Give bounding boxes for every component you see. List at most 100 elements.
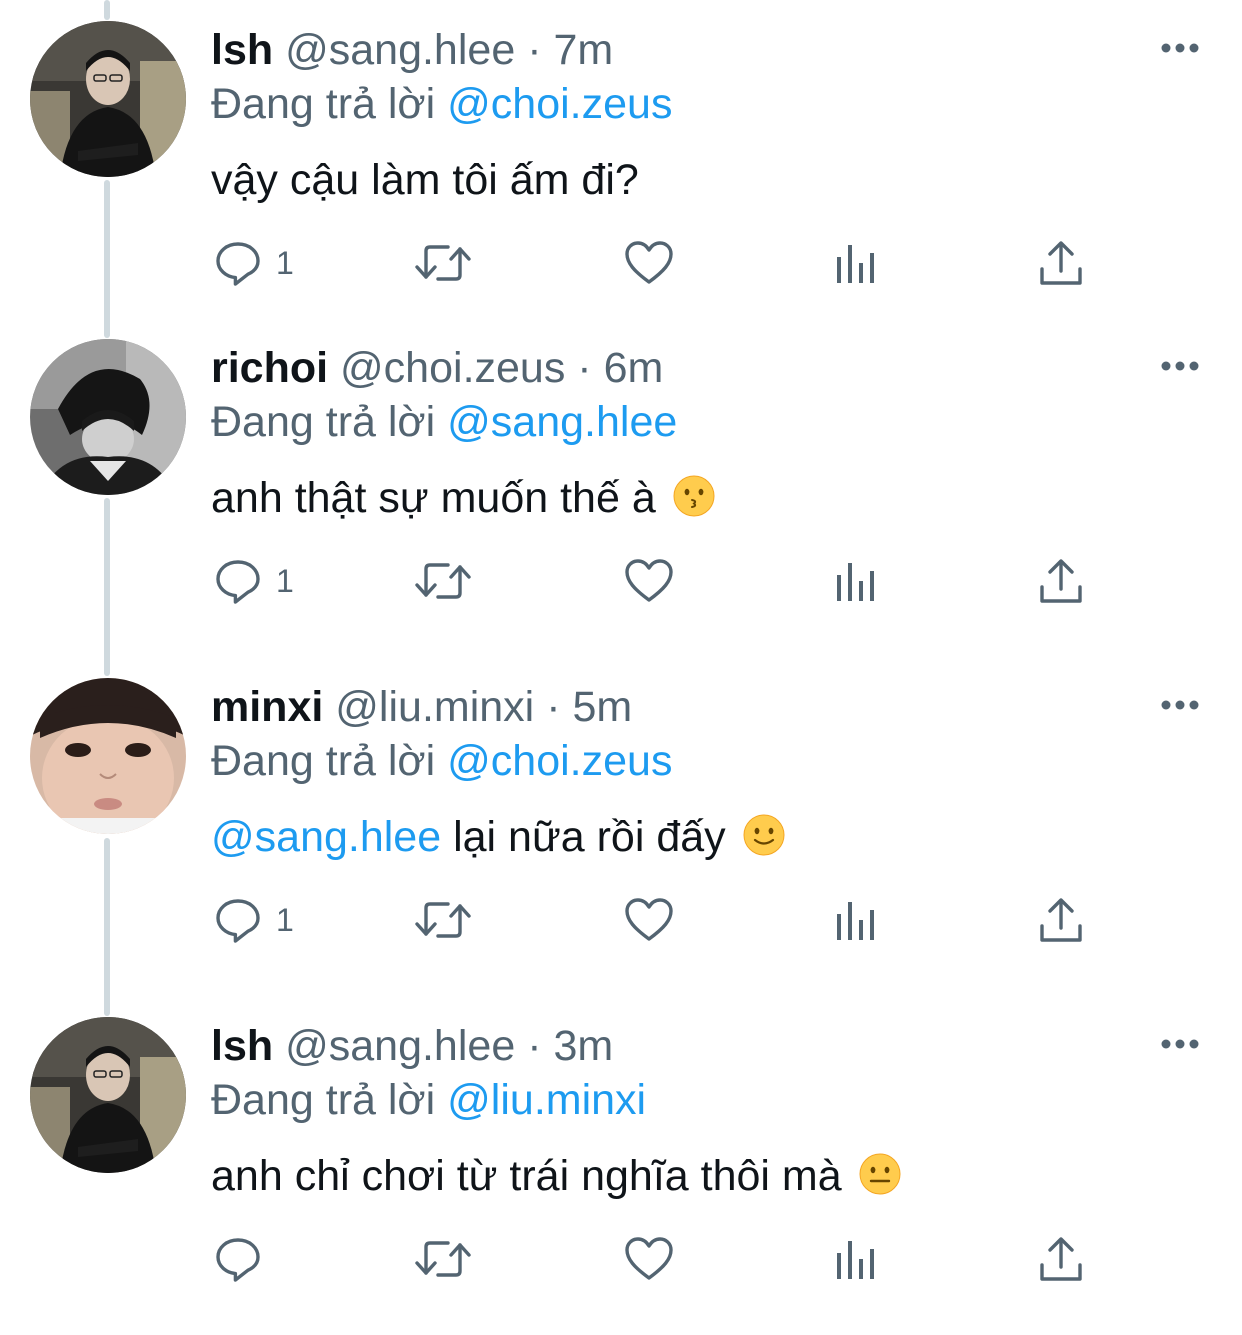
tweet-text: anh thật sự muốn thế à	[211, 472, 716, 524]
heart-icon	[625, 241, 673, 284]
reply-button[interactable]: 1	[214, 875, 294, 965]
replying-to-label: Đang trả lời	[211, 1076, 436, 1124]
timestamp[interactable]: 3m	[553, 1022, 613, 1070]
retweet-icon	[415, 1241, 471, 1277]
more-options-icon	[1161, 43, 1199, 53]
replying-to-mention[interactable]: @choi.zeus	[447, 80, 672, 128]
avatar-photo-lsh	[30, 21, 186, 177]
user-handle[interactable]: @sang.hlee	[285, 26, 515, 74]
tweet-header: lsh @sang.hlee · 7m	[211, 24, 613, 76]
replying-to-mention[interactable]: @liu.minxi	[447, 1076, 646, 1124]
replying-to-label: Đang trả lời	[211, 737, 436, 785]
reply-bubble-icon	[216, 899, 260, 943]
analytics-button[interactable]	[834, 536, 878, 626]
timestamp[interactable]: 7m	[553, 26, 613, 74]
like-button[interactable]	[624, 218, 674, 308]
reply-button[interactable]	[214, 1214, 276, 1304]
display-name[interactable]: richoi	[211, 344, 328, 392]
more-options-button[interactable]	[1156, 350, 1204, 382]
user-handle[interactable]: @liu.minxi	[335, 683, 534, 731]
reply-count: 1	[276, 244, 294, 281]
heart-icon	[625, 559, 673, 602]
analytics-bars-icon	[837, 563, 874, 601]
share-button[interactable]	[1038, 875, 1084, 965]
tweet-actions: 1	[0, 218, 1242, 308]
avatar-photo-lsh	[30, 1017, 186, 1173]
retweet-button[interactable]	[414, 536, 472, 626]
display-name[interactable]: minxi	[211, 683, 323, 731]
replying-to-line: Đang trả lời @choi.zeus	[211, 78, 672, 130]
tweet-actions	[0, 1214, 1242, 1304]
tweet-text: @sang.hlee lại nữa rồi đấy	[211, 811, 786, 863]
slightly-smiling-face-emoji	[743, 814, 785, 856]
replying-to-mention[interactable]: @choi.zeus	[447, 737, 672, 785]
share-button[interactable]	[1038, 218, 1084, 308]
tweet[interactable]: lsh @sang.hlee · 7m Đang trả lời @choi.z…	[0, 0, 1242, 339]
replying-to-line: Đang trả lời @liu.minxi	[211, 1074, 646, 1126]
more-options-icon	[1161, 361, 1199, 371]
share-icon	[1040, 559, 1082, 603]
retweet-button[interactable]	[414, 875, 472, 965]
heart-icon	[625, 1237, 673, 1280]
timestamp[interactable]: 5m	[572, 683, 632, 731]
more-options-button[interactable]	[1156, 1028, 1204, 1060]
more-options-button[interactable]	[1156, 32, 1204, 64]
display-name[interactable]: lsh	[211, 1022, 273, 1070]
replying-to-label: Đang trả lời	[211, 80, 436, 128]
separator-dot: ·	[527, 26, 542, 74]
analytics-button[interactable]	[834, 218, 878, 308]
share-button[interactable]	[1038, 536, 1084, 626]
analytics-button[interactable]	[834, 875, 878, 965]
timestamp[interactable]: 6m	[604, 344, 664, 392]
avatar[interactable]	[30, 1017, 186, 1173]
retweet-icon	[415, 563, 471, 599]
avatar[interactable]	[30, 678, 186, 834]
tweet-text-content: vậy cậu làm tôi ấm đi?	[211, 156, 639, 204]
user-handle[interactable]: @choi.zeus	[340, 344, 565, 392]
tweet-text: vậy cậu làm tôi ấm đi?	[211, 154, 639, 206]
tweet-header: lsh @sang.hlee · 3m	[211, 1020, 613, 1072]
reply-count: 1	[276, 562, 294, 599]
display-name[interactable]: lsh	[211, 26, 273, 74]
share-icon	[1040, 1237, 1082, 1281]
like-button[interactable]	[624, 536, 674, 626]
user-handle[interactable]: @sang.hlee	[285, 1022, 515, 1070]
tweet-header: richoi @choi.zeus · 6m	[211, 342, 663, 394]
avatar[interactable]	[30, 339, 186, 495]
like-button[interactable]	[624, 875, 674, 965]
avatar-photo-richoi	[30, 339, 186, 495]
tweet-text: anh chỉ chơi từ trái nghĩa thôi mà	[211, 1150, 902, 1202]
separator-dot: ·	[577, 344, 592, 392]
analytics-bars-icon	[837, 902, 874, 940]
retweet-button[interactable]	[414, 218, 472, 308]
reply-bubble-icon	[216, 560, 260, 604]
tweet[interactable]: minxi @liu.minxi · 5m Đang trả lời @choi…	[0, 657, 1242, 996]
avatar[interactable]	[30, 21, 186, 177]
more-options-button[interactable]	[1156, 689, 1204, 721]
kissing-face-emoji	[673, 475, 715, 517]
share-button[interactable]	[1038, 1214, 1084, 1304]
replying-to-line: Đang trả lời @sang.hlee	[211, 396, 677, 448]
tweet[interactable]: richoi @choi.zeus · 6m Đang trả lời @san…	[0, 318, 1242, 657]
retweet-button[interactable]	[414, 1214, 472, 1304]
reply-count: 1	[276, 901, 294, 938]
reply-button[interactable]: 1	[214, 218, 294, 308]
reply-button[interactable]: 1	[214, 536, 294, 626]
replying-to-mention[interactable]: @sang.hlee	[447, 398, 677, 446]
analytics-button[interactable]	[834, 1214, 878, 1304]
analytics-bars-icon	[837, 1241, 874, 1279]
tweet[interactable]: lsh @sang.hlee · 3m Đang trả lời @liu.mi…	[0, 996, 1242, 1335]
tweet-text-content: anh thật sự muốn thế à	[211, 474, 656, 522]
tweet-header: minxi @liu.minxi · 5m	[211, 681, 632, 733]
tweet-actions: 1	[0, 875, 1242, 965]
replying-to-label: Đang trả lời	[211, 398, 436, 446]
replying-to-line: Đang trả lời @choi.zeus	[211, 735, 672, 787]
retweet-icon	[415, 902, 471, 938]
reply-bubble-icon	[216, 242, 260, 286]
like-button[interactable]	[624, 1214, 674, 1304]
avatar-photo-minxi	[30, 678, 186, 834]
reply-bubble-icon	[216, 1238, 260, 1282]
share-icon	[1040, 241, 1082, 285]
retweet-icon	[415, 245, 471, 281]
tweet-text-mention[interactable]: @sang.hlee	[211, 813, 441, 861]
